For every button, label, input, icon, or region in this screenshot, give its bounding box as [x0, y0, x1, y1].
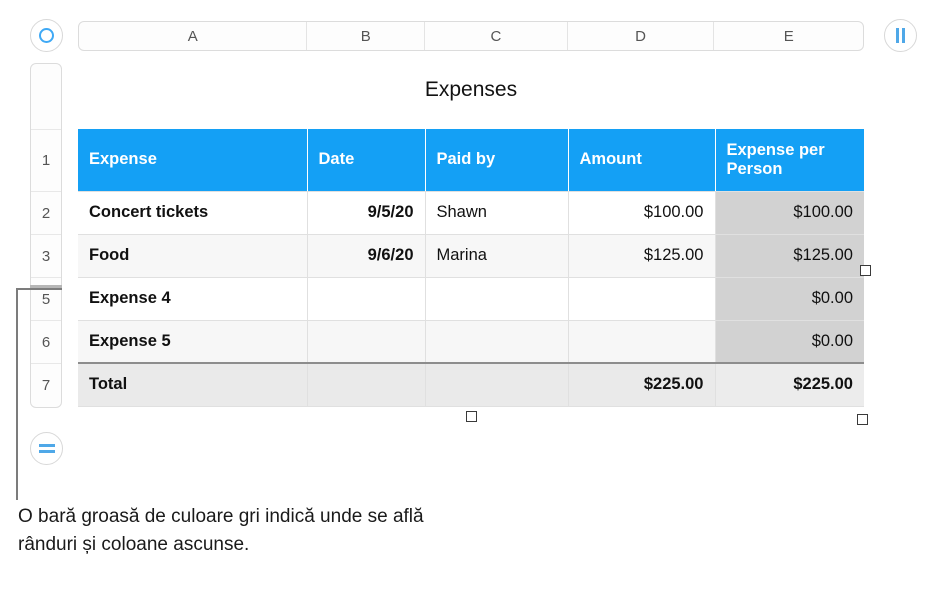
table-body[interactable]: Concert tickets 9/5/20 Shawn $100.00 $100.00… [78, 191, 864, 407]
row-header-title[interactable] [31, 64, 61, 130]
column-header-e[interactable]: E [714, 22, 863, 50]
cell-B5[interactable] [307, 320, 426, 364]
column-title-2: Paid by [425, 129, 569, 192]
column-title-1: Date [307, 129, 426, 192]
cell-E4[interactable]: $0.00 [715, 277, 864, 321]
add-column-button[interactable] [884, 19, 917, 52]
selection-handle-bottom[interactable] [466, 411, 477, 422]
column-header-bar[interactable]: ABCDE [78, 21, 864, 51]
table-row[interactable]: Expense 4 $0.00 [78, 277, 864, 321]
cell-A3[interactable]: Food [78, 234, 308, 278]
total-cell-A[interactable]: Total [78, 362, 308, 407]
table-row[interactable]: Expense 5 $0.00 [78, 320, 864, 364]
column-title-4: Expense per Person [715, 129, 864, 192]
cell-B2[interactable]: 9/5/20 [307, 191, 426, 235]
cell-A2[interactable]: Concert tickets [78, 191, 308, 235]
cell-E3[interactable]: $125.00 [715, 234, 864, 278]
row-header-3[interactable]: 3 [31, 235, 61, 278]
expense-table[interactable]: Expense Date Paid by Amount Expense per Pers… [78, 129, 864, 407]
column-title-0: Expense [78, 129, 308, 192]
column-title-3: Amount [568, 129, 716, 192]
column-header-c[interactable]: C [425, 22, 568, 50]
cell-D2[interactable]: $100.00 [568, 191, 716, 235]
cell-C2[interactable]: Shawn [425, 191, 569, 235]
table-row[interactable]: Concert tickets 9/5/20 Shawn $100.00 $100.00 [78, 191, 864, 235]
expense-table-container: Expense Date Paid by Amount Expense per Pers… [78, 129, 864, 407]
total-cell-C[interactable] [425, 362, 569, 407]
cell-B4[interactable] [307, 277, 426, 321]
cell-D5[interactable] [568, 320, 716, 364]
column-header-d[interactable]: D [568, 22, 715, 50]
cell-B3[interactable]: 9/6/20 [307, 234, 426, 278]
cell-E2[interactable]: $100.00 [715, 191, 864, 235]
cell-A5[interactable]: Expense 5 [78, 320, 308, 364]
selection-handle-right[interactable] [860, 265, 871, 276]
total-cell-B[interactable] [307, 362, 426, 407]
table-header-row: Expense Date Paid by Amount Expense per Pers… [78, 129, 864, 192]
cell-C5[interactable] [425, 320, 569, 364]
cell-D3[interactable]: $125.00 [568, 234, 716, 278]
callout-leader-line [16, 288, 62, 500]
cell-A4[interactable]: Expense 4 [78, 277, 308, 321]
column-header-b[interactable]: B [307, 22, 426, 50]
table-row[interactable]: Food 9/6/20 Marina $125.00 $125.00 [78, 234, 864, 278]
row-header-1[interactable]: 1 [31, 130, 61, 192]
caption-text: O bară groasă de culoare gri indică unde… [18, 506, 424, 555]
cell-D4[interactable] [568, 277, 716, 321]
selection-handle-bottom-right[interactable] [857, 414, 868, 425]
cell-C3[interactable]: Marina [425, 234, 569, 278]
table-title: Expenses [424, 78, 518, 101]
total-cell-D[interactable]: $225.00 [568, 362, 716, 407]
column-header-a[interactable]: A [79, 22, 308, 50]
row-header-2[interactable]: 2 [31, 192, 61, 235]
table-total-row[interactable]: Total $225.00 $225.00 [78, 362, 864, 407]
vertical-bars-icon [896, 28, 905, 43]
table-header-row-group: Expense Date Paid by Amount Expense per Pers… [78, 129, 864, 192]
cell-C4[interactable] [425, 277, 569, 321]
table-corner-button[interactable] [30, 19, 63, 52]
cell-E5[interactable]: $0.00 [715, 320, 864, 364]
circle-ring-icon [39, 28, 54, 43]
total-cell-E[interactable]: $225.00 [715, 362, 864, 407]
